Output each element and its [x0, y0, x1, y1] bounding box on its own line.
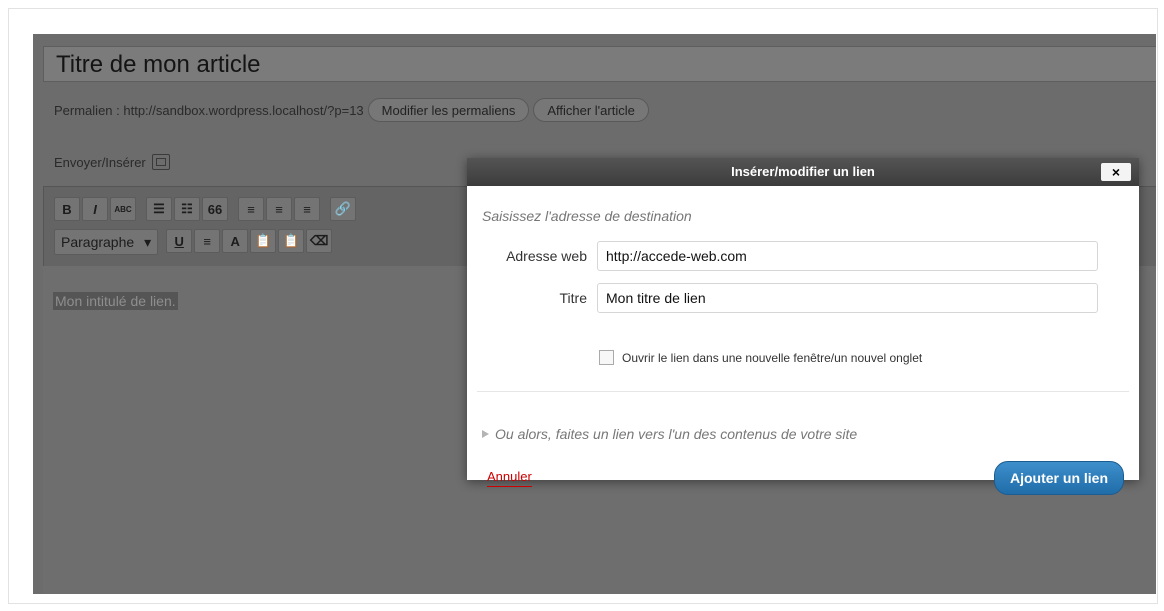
- dialog-title: Insérer/modifier un lien: [731, 164, 875, 179]
- close-icon[interactable]: ×: [1101, 163, 1131, 181]
- blockquote-icon[interactable]: 66: [202, 197, 228, 221]
- post-title-input[interactable]: Titre de mon article: [43, 46, 1156, 82]
- add-media-icon[interactable]: [151, 154, 170, 170]
- paste-text-icon[interactable]: 📋: [250, 229, 277, 253]
- insert-link-dialog: Insérer/modifier un lien × Saisissez l'a…: [467, 158, 1139, 495]
- internal-link-label: Ou alors, faites un lien vers l'un des c…: [495, 426, 858, 442]
- paragraph-format-label: Paragraphe: [61, 234, 135, 250]
- edit-permalink-button[interactable]: Modifier les permaliens: [367, 98, 530, 122]
- new-window-option: Ouvrir le lien dans une nouvelle fenêtre…: [599, 350, 922, 365]
- new-window-label: Ouvrir le lien dans une nouvelle fenêtre…: [622, 350, 923, 365]
- underline-icon[interactable]: U: [166, 229, 193, 253]
- permalink-row: Permalien : http://sandbox.wordpress.loc…: [54, 96, 649, 124]
- dialog-divider: [477, 391, 1129, 392]
- toolbar-row-2: Paragraphe ▾ U ≡ A 📋 📋 ⌫: [54, 229, 333, 255]
- justify-icon[interactable]: ≡: [194, 229, 221, 253]
- strikethrough-icon[interactable]: ABC: [110, 197, 136, 221]
- paste-word-icon[interactable]: 📋: [278, 229, 305, 253]
- new-window-checkbox[interactable]: [599, 350, 614, 365]
- text-color-icon[interactable]: A: [222, 229, 249, 253]
- upload-insert-row: Envoyer/Insérer: [54, 154, 170, 170]
- italic-icon[interactable]: I: [82, 197, 108, 221]
- dialog-header: Insérer/modifier un lien ×: [467, 158, 1139, 186]
- eraser-icon[interactable]: ⌫: [306, 229, 333, 253]
- url-input[interactable]: [597, 241, 1098, 271]
- add-link-button[interactable]: Ajouter un lien: [994, 461, 1124, 495]
- chevron-down-icon: ▾: [144, 233, 152, 250]
- title-input[interactable]: [597, 283, 1098, 313]
- toolbar-row-2-buttons: U ≡ A 📋 📋 ⌫: [166, 229, 333, 255]
- title-label: Titre: [559, 290, 587, 306]
- url-label: Adresse web: [506, 248, 587, 264]
- bullet-list-icon[interactable]: ☰: [146, 197, 172, 221]
- paragraph-format-select[interactable]: Paragraphe ▾: [54, 229, 159, 255]
- upload-insert-label: Envoyer/Insérer: [54, 154, 146, 170]
- cancel-link[interactable]: Annuler: [487, 469, 532, 487]
- bold-icon[interactable]: B: [54, 197, 80, 221]
- align-left-icon[interactable]: ≡: [238, 197, 264, 221]
- destination-hint: Saisissez l'adresse de destination: [482, 208, 692, 224]
- selected-content-text: Mon intitulé de lien.: [53, 292, 178, 310]
- align-right-icon[interactable]: ≡: [294, 197, 320, 221]
- permalink-text: Permalien : http://sandbox.wordpress.loc…: [54, 102, 364, 118]
- internal-link-toggle[interactable]: Ou alors, faites un lien vers l'un des c…: [482, 426, 857, 442]
- numbered-list-icon[interactable]: ☷: [174, 197, 200, 221]
- align-center-icon[interactable]: ≡: [266, 197, 292, 221]
- toolbar-row-1: B I ABC ☰ ☷ 66 ≡ ≡ ≡ 🔗: [54, 197, 356, 221]
- link-icon[interactable]: 🔗: [330, 197, 356, 221]
- view-post-button[interactable]: Afficher l'article: [533, 98, 649, 122]
- expand-arrow-icon: [482, 430, 489, 438]
